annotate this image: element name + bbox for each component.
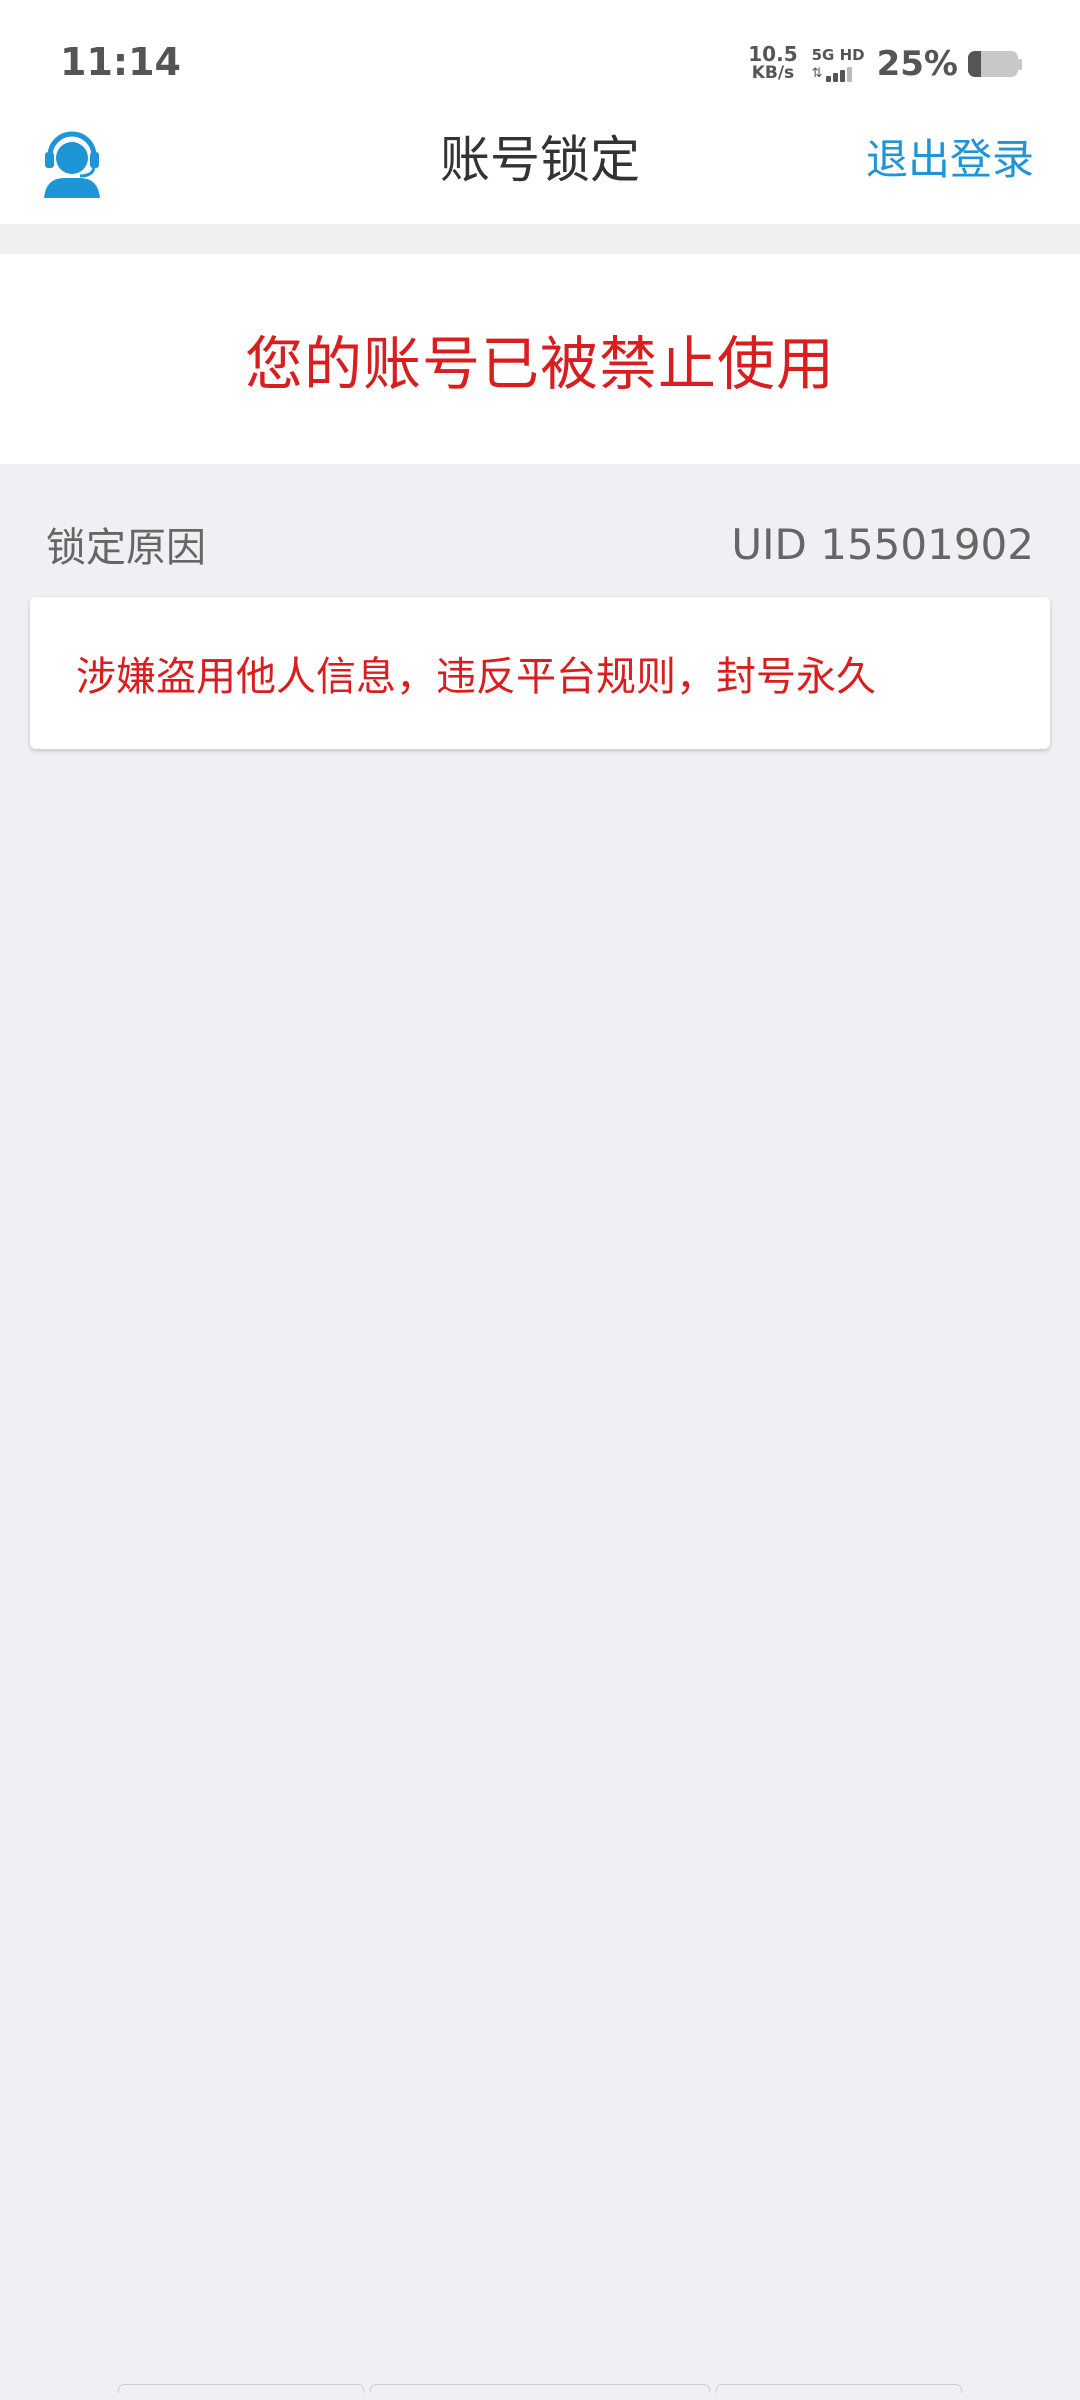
bottom-edge-strip: [118, 2384, 962, 2394]
network-speed-unit: KB/s: [751, 63, 795, 83]
status-indicators: 10.5 KB/s 5G HD ⇅ 25%: [748, 38, 1022, 90]
data-transfer-icon: ⇅: [811, 65, 823, 81]
user-uid: UID 15501902: [731, 519, 1034, 569]
lock-reason-label: 锁定原因: [46, 525, 206, 571]
lock-reason-text: 涉嫌盗用他人信息，违反平台规则，封号永久: [76, 654, 876, 700]
signal-indicator: 5G HD ⇅: [811, 45, 865, 82]
signal-bars-icon: ⇅: [812, 66, 854, 82]
network-speed-value: 10.5: [748, 42, 798, 66]
battery-percent: 25%: [876, 44, 958, 84]
lock-reason-card: 涉嫌盗用他人信息，违反平台规则，封号永久: [30, 597, 1050, 749]
battery-tip: [1018, 58, 1022, 70]
ban-notice: 您的账号已被禁止使用: [0, 254, 1080, 464]
battery-icon: [968, 51, 1018, 77]
status-bar: 11:14 10.5 KB/s 5G HD ⇅ 25%: [0, 0, 1080, 110]
network-type-label: 5G HD: [811, 45, 865, 64]
app-header: 账号锁定 退出登录: [0, 110, 1080, 224]
logout-button[interactable]: 退出登录: [866, 130, 1034, 190]
lock-reason-header: 锁定原因 UID 15501902: [46, 514, 1034, 574]
battery-level-fill: [968, 51, 981, 77]
status-time: 11:14: [60, 40, 181, 84]
header-divider: [0, 224, 1080, 254]
network-speed: 10.5 KB/s: [748, 42, 798, 83]
ban-notice-text: 您的账号已被禁止使用: [244, 330, 835, 398]
